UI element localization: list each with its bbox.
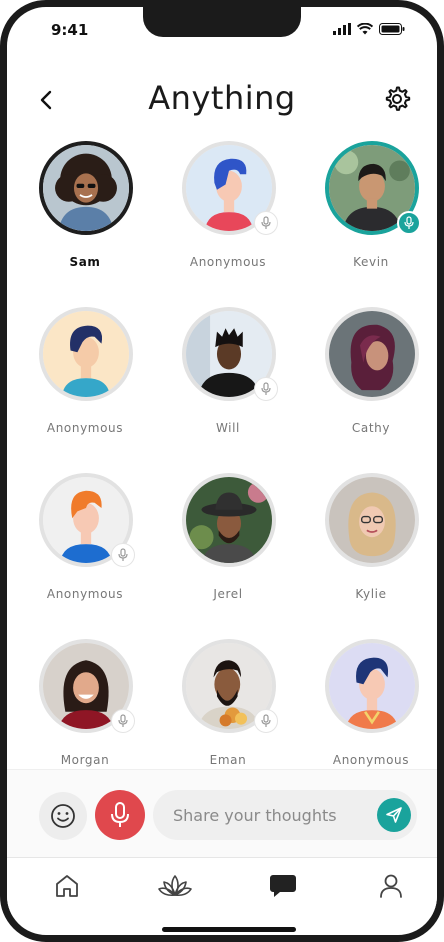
- participant-tile[interactable]: Anonymous: [158, 141, 298, 291]
- participant-name: Kevin: [353, 255, 389, 269]
- participant-name: Anonymous: [46, 421, 124, 435]
- participant-tile[interactable]: Kevin: [301, 141, 437, 291]
- chat-bubble-icon: [270, 875, 296, 897]
- mic-muted-icon: [254, 211, 278, 235]
- home-icon: [56, 875, 78, 897]
- participant-name: Sam: [69, 255, 101, 269]
- participant-name: Jerel: [213, 587, 243, 601]
- participant-name: Cathy: [351, 421, 391, 435]
- participant-name: Will: [215, 421, 240, 435]
- participant-tile[interactable]: Jerel: [158, 473, 298, 623]
- participant-avatar: [325, 307, 419, 401]
- settings-button[interactable]: [381, 83, 413, 115]
- wifi-icon: [357, 23, 373, 35]
- share-thoughts-input[interactable]: [153, 790, 373, 840]
- anonymous-avatar: [39, 307, 133, 401]
- participant-avatar: [39, 141, 133, 235]
- lotus-icon: [158, 875, 192, 897]
- participant-avatar: [325, 473, 419, 567]
- page-title: Anything: [148, 79, 296, 117]
- participant-tile[interactable]: Kylie: [301, 473, 437, 623]
- participant-tile[interactable]: Will: [158, 307, 298, 457]
- anonymous-avatar: [325, 639, 419, 733]
- send-button[interactable]: [377, 798, 411, 832]
- gear-icon: [385, 86, 411, 111]
- mic-button[interactable]: [95, 790, 145, 840]
- share-field-wrap: [153, 790, 417, 840]
- composer-bar: [7, 769, 437, 857]
- tab-chat[interactable]: [263, 868, 303, 904]
- microphone-icon: [111, 802, 129, 827]
- participant-tile[interactable]: Eman: [158, 639, 298, 789]
- status-bar: 9:41: [7, 21, 437, 41]
- status-time: 9:41: [51, 21, 89, 39]
- profile-icon: [380, 874, 402, 898]
- participant-name: Anonymous: [189, 255, 267, 269]
- send-icon: [386, 807, 402, 823]
- header: Anything: [7, 73, 437, 133]
- participant-tile[interactable]: Anonymous: [15, 473, 155, 623]
- participant-tile[interactable]: Sam: [15, 141, 155, 291]
- participant-name: Morgan: [60, 753, 110, 767]
- battery-icon: [379, 23, 405, 35]
- tab-profile[interactable]: [371, 868, 411, 904]
- mic-muted-icon: [254, 377, 278, 401]
- smiley-icon: [51, 804, 75, 828]
- emoji-button[interactable]: [39, 792, 87, 840]
- participant-tile[interactable]: Anonymous: [301, 639, 437, 789]
- participant-tile[interactable]: Cathy: [301, 307, 437, 457]
- signal-icon: [333, 23, 351, 35]
- mic-active-icon: [397, 211, 421, 235]
- participant-name: Kylie: [355, 587, 387, 601]
- mic-muted-icon: [111, 543, 135, 567]
- participant-name: Anonymous: [46, 587, 124, 601]
- participant-name: Anonymous: [332, 753, 410, 767]
- participant-avatar: [182, 473, 276, 567]
- participant-name: Eman: [209, 753, 247, 767]
- mic-muted-icon: [254, 709, 278, 733]
- status-icons: [333, 23, 405, 35]
- participant-tile[interactable]: Anonymous: [15, 307, 155, 457]
- tab-home[interactable]: [47, 868, 87, 904]
- tab-bar: [7, 857, 437, 917]
- tab-meditate[interactable]: [155, 868, 195, 904]
- phone-frame: 9:41 Anything Sam Anonymous Kevin Anonymous…: [0, 0, 444, 942]
- home-indicator: [162, 927, 296, 932]
- participant-tile[interactable]: Morgan: [15, 639, 155, 789]
- mic-muted-icon: [111, 709, 135, 733]
